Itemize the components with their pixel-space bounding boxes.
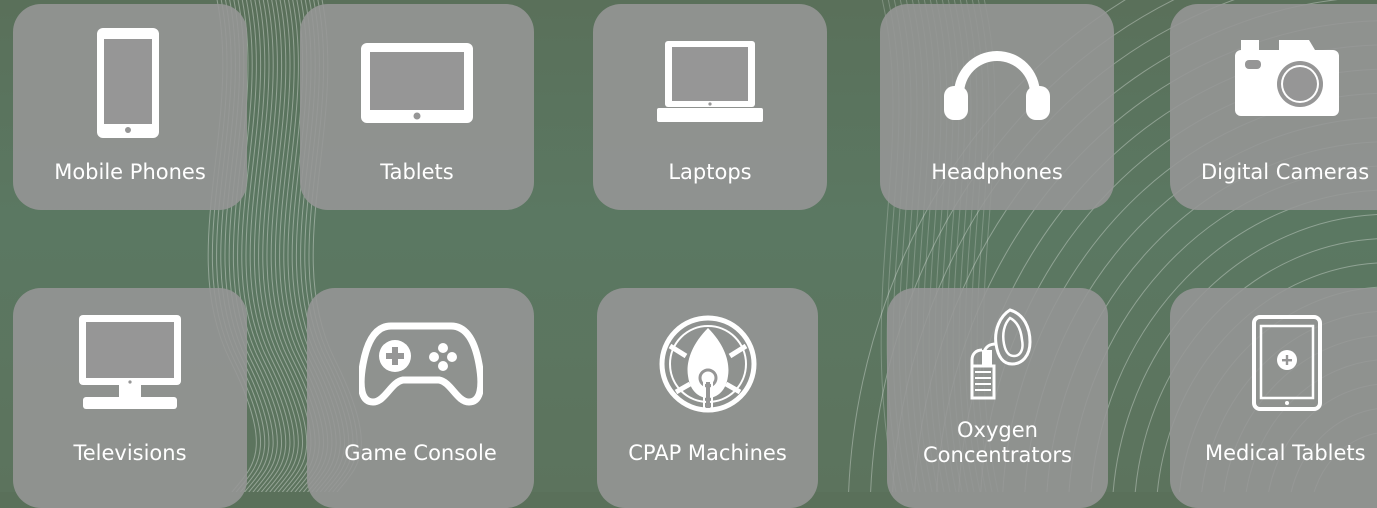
cpap-mask-icon: [597, 312, 818, 416]
tile-oxygen-concentrators[interactable]: Oxygen Concentrators: [887, 288, 1108, 508]
oxygen-mask-icon: [887, 306, 1108, 404]
tile-tablets[interactable]: Tablets: [300, 4, 534, 210]
laptop-icon: [593, 40, 827, 124]
tile-medical-tablets[interactable]: Medical Tablets: [1170, 288, 1377, 508]
tile-digital-cameras[interactable]: Digital Cameras: [1170, 4, 1377, 210]
tile-label: Televisions: [73, 441, 187, 465]
camera-icon: [1170, 40, 1377, 120]
tile-laptops[interactable]: Laptops: [593, 4, 827, 210]
tile-label: Oxygen Concentrators: [923, 418, 1072, 467]
headphones-icon: [880, 36, 1114, 122]
tile-cpap-machines[interactable]: CPAP Machines: [597, 288, 818, 508]
tile-label: Medical Tablets: [1205, 441, 1366, 465]
tile-headphones[interactable]: Headphones: [880, 4, 1114, 210]
tile-label: Digital Cameras: [1201, 160, 1370, 184]
tile-mobile-phones[interactable]: Mobile Phones: [13, 4, 247, 210]
tile-televisions[interactable]: Televisions: [13, 288, 247, 508]
tile-game-console[interactable]: Game Console: [307, 288, 534, 508]
mobile-phone-icon: [13, 26, 247, 142]
tile-label: Laptops: [668, 160, 752, 184]
tile-label: Headphones: [931, 160, 1063, 184]
tile-label: Mobile Phones: [54, 160, 206, 184]
tile-label: CPAP Machines: [628, 441, 787, 465]
tile-label: Tablets: [380, 160, 454, 184]
game-controller-icon: [307, 320, 534, 406]
tile-label: Game Console: [344, 441, 497, 465]
television-icon: [13, 315, 247, 411]
tablet-icon: [300, 42, 534, 124]
medical-tablet-icon: [1170, 314, 1377, 412]
